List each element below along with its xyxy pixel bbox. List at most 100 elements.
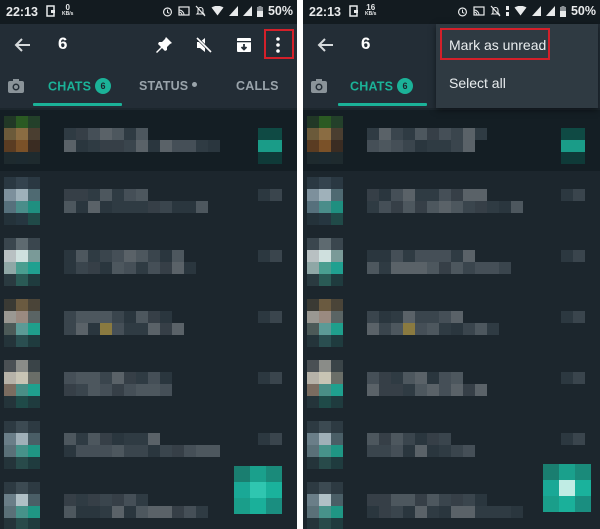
text-mosaic-block	[148, 384, 160, 396]
chat-list-item[interactable]	[0, 354, 297, 415]
pin-button[interactable]	[152, 33, 176, 57]
new-chat-fab[interactable]	[543, 464, 591, 512]
text-mosaic-block	[136, 250, 148, 262]
tab-chats[interactable]: CHATS 6	[350, 78, 414, 95]
back-arrow-icon[interactable]	[315, 34, 337, 56]
text-mosaic-block	[427, 128, 439, 140]
text-mosaic-block	[367, 506, 379, 518]
avatar-mosaic-block	[28, 518, 40, 529]
notifications-off-icon	[490, 5, 501, 17]
avatar-mosaic-block	[331, 299, 343, 311]
text-mosaic-block	[379, 372, 391, 384]
pin-icon	[156, 37, 172, 53]
text-mosaic-block	[172, 250, 184, 262]
new-chat-fab[interactable]	[234, 466, 282, 514]
text-mosaic-block	[451, 311, 463, 323]
avatar-mosaic-block	[307, 140, 319, 152]
avatar-mosaic-block	[4, 506, 16, 518]
chat-list-item[interactable]	[303, 293, 600, 354]
back-arrow-icon[interactable]	[12, 34, 34, 56]
chat-list-item[interactable]	[0, 171, 297, 232]
text-mosaic-block	[379, 384, 391, 396]
avatar-mosaic-block	[331, 335, 343, 347]
avatar-mosaic-block	[331, 433, 343, 445]
text-mosaic-block	[391, 433, 403, 445]
avatar-mosaic-block	[319, 421, 331, 433]
fab-mosaic-block	[543, 480, 559, 496]
text-mosaic-block	[487, 262, 499, 274]
chat-list-item[interactable]	[303, 354, 600, 415]
avatar-mosaic-block	[28, 250, 40, 262]
text-mosaic-block	[76, 140, 88, 152]
text-mosaic-block	[124, 494, 136, 506]
text-mosaic-block	[124, 140, 136, 152]
mute-button[interactable]	[192, 33, 216, 57]
chat-list-item[interactable]	[303, 110, 600, 171]
text-mosaic-block	[403, 250, 415, 262]
text-mosaic-block	[367, 323, 379, 335]
tab-status[interactable]: STATUS	[139, 79, 198, 93]
avatar-mosaic-block	[331, 360, 343, 372]
chat-list-item[interactable]	[0, 232, 297, 293]
timestamp-mosaic-block	[561, 433, 573, 445]
chat-list-item[interactable]	[303, 171, 600, 232]
camera-icon[interactable]	[310, 77, 328, 95]
avatar-mosaic-block	[4, 360, 16, 372]
avatar-mosaic-block	[4, 238, 16, 250]
avatar-mosaic-block	[319, 396, 331, 408]
text-mosaic-block	[136, 433, 148, 445]
text-mosaic-block	[88, 506, 100, 518]
text-mosaic-block	[88, 311, 100, 323]
text-mosaic-block	[172, 140, 184, 152]
text-mosaic-block	[64, 140, 76, 152]
chat-list-item[interactable]	[0, 110, 297, 171]
text-mosaic-block	[391, 372, 403, 384]
text-mosaic-block	[100, 201, 112, 213]
chat-list	[0, 108, 297, 529]
avatar-mosaic-block	[331, 384, 343, 396]
menu-item-select-all[interactable]: Select all	[436, 63, 598, 103]
avatar-mosaic-block	[16, 335, 28, 347]
text-mosaic-block	[64, 384, 76, 396]
text-mosaic-block	[100, 140, 112, 152]
avatar-mosaic-block	[4, 396, 16, 408]
avatar-mosaic-block	[331, 445, 343, 457]
text-mosaic-block	[148, 201, 160, 213]
avatar-mosaic-block	[16, 274, 28, 286]
archive-button[interactable]	[232, 33, 256, 57]
timestamp-mosaic-block	[561, 189, 573, 201]
avatar-mosaic-block	[16, 189, 28, 201]
text-mosaic-block	[451, 494, 463, 506]
text-mosaic-block	[112, 506, 124, 518]
avatar-mosaic-block	[319, 250, 331, 262]
avatar-mosaic-block	[28, 299, 40, 311]
highlight-box-mark-as-unread	[440, 28, 550, 60]
chat-list-item[interactable]	[303, 232, 600, 293]
text-mosaic-block	[100, 311, 112, 323]
text-mosaic-block	[439, 372, 451, 384]
text-mosaic-block	[487, 506, 499, 518]
tab-calls[interactable]: CALLS	[236, 79, 279, 93]
avatar-mosaic-block	[4, 445, 16, 457]
text-mosaic-block	[475, 323, 487, 335]
text-mosaic-block	[475, 494, 487, 506]
text-mosaic-block	[100, 445, 112, 457]
chat-list-item[interactable]	[0, 293, 297, 354]
overflow-menu: Mark as unread Select all	[436, 24, 598, 108]
avatar-mosaic-block	[331, 177, 343, 189]
avatar-mosaic-block	[319, 189, 331, 201]
avatar-mosaic-block	[319, 299, 331, 311]
text-mosaic-block	[379, 201, 391, 213]
avatar-mosaic-block	[307, 323, 319, 335]
text-mosaic-block	[172, 506, 184, 518]
text-mosaic-block	[451, 323, 463, 335]
tab-chats[interactable]: CHATS 6	[48, 78, 112, 95]
camera-icon[interactable]	[7, 77, 25, 95]
speed-unit: KB/s	[365, 11, 377, 17]
avatar-mosaic-block	[28, 189, 40, 201]
text-mosaic-block	[451, 250, 463, 262]
avatar-mosaic-block	[319, 482, 331, 494]
avatar-mosaic-block	[4, 213, 16, 225]
text-mosaic-block	[100, 494, 112, 506]
text-mosaic-block	[124, 311, 136, 323]
